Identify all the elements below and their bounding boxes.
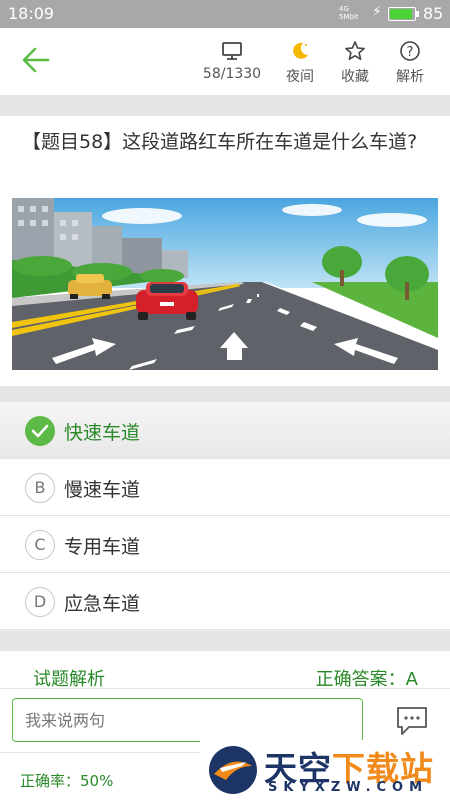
site-watermark: 天空下载站 SKYXZW.COM (200, 740, 450, 800)
favorite-label: 收藏 (341, 69, 369, 85)
option-c[interactable]: C 专用车道 (0, 516, 450, 573)
watermark-domain: SKYXZW.COM (268, 780, 429, 795)
option-label: 专用车道 (64, 536, 141, 558)
option-label: 快速车道 (64, 422, 141, 444)
option-letter: C (25, 530, 55, 560)
top-toolbar: 58/1330 夜间 收藏 ? 解析 (0, 28, 450, 96)
status-bar: 18:09 4G 5Mbit ⚡ 85 (0, 0, 450, 28)
question-text: 【题目58】这段道路红车所在车道是什么车道? (22, 131, 418, 153)
checkmark-icon (25, 416, 55, 446)
option-label: 应急车道 (64, 593, 141, 615)
back-arrow-icon[interactable] (18, 42, 54, 78)
favorite-button[interactable]: 收藏 (325, 40, 385, 86)
option-letter: D (25, 587, 55, 617)
charging-icon: ⚡ (372, 4, 382, 20)
progress-counter: 58/1330 (202, 66, 262, 82)
option-letter: B (25, 473, 55, 503)
question-image (12, 198, 438, 370)
divider (0, 631, 450, 651)
svg-text:?: ? (407, 45, 414, 60)
network-type: 4G (339, 5, 349, 13)
battery-icon (388, 7, 419, 21)
accuracy-rate: 正确率：50% (20, 772, 114, 790)
watermark-logo-icon (209, 746, 257, 794)
status-time: 18:09 (8, 4, 55, 23)
night-mode-button[interactable]: 夜间 (270, 40, 330, 86)
battery-fill (390, 9, 413, 19)
comment-input[interactable] (12, 698, 363, 742)
network-speed: 5Mbit (339, 13, 359, 21)
divider (0, 386, 450, 402)
night-mode-label: 夜间 (286, 69, 314, 85)
moon-icon (293, 42, 308, 59)
option-b[interactable]: B 慢速车道 (0, 459, 450, 516)
help-icon: ? (400, 41, 420, 61)
monitor-icon (222, 42, 242, 60)
option-label: 慢速车道 (64, 479, 141, 501)
network-indicator: 4G 5Mbit (339, 5, 359, 21)
explain-button[interactable]: ? 解析 (380, 40, 440, 86)
question-card: 【题目58】这段道路红车所在车道是什么车道? (0, 116, 450, 386)
analysis-section: 试题解析 正确答案：A (0, 651, 450, 691)
battery-percent: 85 (423, 4, 444, 23)
comment-icon[interactable] (395, 705, 429, 737)
star-icon (345, 41, 365, 60)
explain-label: 解析 (396, 69, 424, 85)
option-d[interactable]: D 应急车道 (0, 573, 450, 630)
option-a[interactable]: 快速车道 (0, 402, 450, 459)
progress-button[interactable]: 58/1330 (202, 40, 262, 82)
divider (0, 96, 450, 116)
